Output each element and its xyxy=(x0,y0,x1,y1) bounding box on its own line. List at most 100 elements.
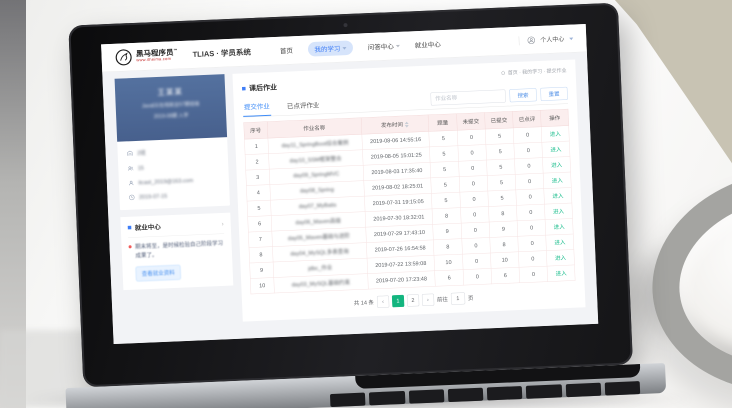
submitted-count: 5 xyxy=(488,190,517,207)
nav-qa-center[interactable]: 问答中心 xyxy=(368,41,400,52)
reset-button[interactable]: 重置 xyxy=(540,87,568,101)
question-count: 5 xyxy=(429,130,458,147)
submitted-count: 6 xyxy=(491,267,520,284)
employment-card: 就业中心 › 期末将至，是时候检验自己阶段学习成果了。 查看就业资料 xyxy=(120,213,233,291)
enter-link[interactable]: 进入 xyxy=(547,249,575,266)
goto-label: 前往 xyxy=(437,295,448,303)
page-title: 课后作业 xyxy=(242,82,277,93)
question-count: 5 xyxy=(432,192,461,209)
home-icon xyxy=(501,70,506,75)
blue-square-bullet xyxy=(242,87,246,91)
reviewed-count: 0 xyxy=(519,266,548,283)
tab-submit-homework[interactable]: 提交作业 xyxy=(242,96,271,117)
not-submitted-count: 0 xyxy=(462,237,491,254)
not-submitted-count: 0 xyxy=(463,268,492,285)
not-submitted-count: 0 xyxy=(459,176,488,193)
homework-table: 序号 作业名称 发布时间 题量 未提交 已提交 已点评 操作 xyxy=(243,109,575,294)
chevron-down-icon xyxy=(569,38,573,41)
enter-link[interactable]: 进入 xyxy=(543,157,571,174)
user-menu[interactable]: 个人中心 xyxy=(519,34,574,45)
reviewed-count: 0 xyxy=(515,173,544,190)
row-index: 10 xyxy=(250,278,274,294)
photo-scene: 黑马程序员™ www.itheima.com TLIAS · 学员系统 首页 我… xyxy=(0,0,732,408)
profile-banner: 王某某 JavaEE在线就业57期班级 2019-08期 入学 xyxy=(115,74,228,142)
reviewed-count: 0 xyxy=(515,158,544,175)
submitted-count: 5 xyxy=(486,143,515,160)
table-filters: 搜索 重置 xyxy=(430,87,568,109)
class-line2: 2019-08期 入学 xyxy=(116,109,226,121)
enter-link[interactable]: 进入 xyxy=(545,203,573,220)
row-index: 6 xyxy=(248,216,272,232)
enter-link[interactable]: 进入 xyxy=(544,188,572,205)
row-index: 7 xyxy=(248,231,272,247)
row-index: 1 xyxy=(244,138,268,154)
user-menu-label: 个人中心 xyxy=(540,34,564,43)
laptop: 黑马程序员™ www.itheima.com TLIAS · 学员系统 首页 我… xyxy=(68,0,634,408)
id-card-icon xyxy=(128,180,135,187)
submitted-count: 5 xyxy=(487,174,516,191)
goto-page-input[interactable] xyxy=(451,292,465,305)
reviewed-count: 0 xyxy=(519,251,548,268)
enter-link[interactable]: 进入 xyxy=(543,172,571,189)
tab-reviewed-homework[interactable]: 已点评作业 xyxy=(285,95,320,115)
row-index: 8 xyxy=(249,247,273,263)
chevron-down-icon xyxy=(396,45,400,48)
submitted-count: 9 xyxy=(489,221,518,238)
page-button-1[interactable]: 1 xyxy=(392,295,404,307)
homework-name: day03_MySQL基础约束 xyxy=(274,274,369,293)
next-page-button[interactable]: › xyxy=(422,294,434,306)
nav-home[interactable]: 首页 xyxy=(280,45,293,55)
row-index: 3 xyxy=(246,169,270,185)
submitted-count: 5 xyxy=(486,159,515,176)
profile-info-list: 2班 15 itcast_2019@163.com xyxy=(117,137,230,210)
enter-link[interactable]: 进入 xyxy=(541,126,569,143)
student-name: 王某某 xyxy=(115,84,225,99)
sort-icon[interactable] xyxy=(405,122,409,128)
col-index: 序号 xyxy=(244,122,268,139)
publish-time: 2019-07-20 17:23:48 xyxy=(367,271,435,289)
nav-employment-center[interactable]: 就业中心 xyxy=(415,39,441,50)
reviewed-count: 0 xyxy=(517,220,546,237)
question-count: 5 xyxy=(430,146,459,163)
question-count: 8 xyxy=(433,239,462,256)
chevron-right-icon[interactable]: › xyxy=(221,220,223,228)
enter-link[interactable]: 进入 xyxy=(542,141,570,158)
reviewed-count: 0 xyxy=(518,235,547,252)
submitted-count: 5 xyxy=(485,128,514,145)
row-index: 9 xyxy=(250,262,274,278)
reviewed-count: 0 xyxy=(514,142,543,159)
question-count: 9 xyxy=(433,223,462,240)
sidebar: 王某某 JavaEE在线就业57期班级 2019-08期 入学 2班 xyxy=(115,74,235,326)
enter-link[interactable]: 进入 xyxy=(547,265,575,282)
col-action: 操作 xyxy=(541,109,569,127)
homework-name-input[interactable] xyxy=(430,89,505,105)
employment-notice: 期末将至，是时候检验自己阶段学习成果了。 xyxy=(128,239,225,261)
view-employment-profile-button[interactable]: 查看就业资料 xyxy=(135,265,181,282)
employment-card-header[interactable]: 就业中心 › xyxy=(128,219,224,233)
submitted-count: 10 xyxy=(490,252,519,269)
not-submitted-count: 0 xyxy=(460,206,489,223)
breadcrumb[interactable]: 首页 · 我的学习 · 提交作业 xyxy=(501,66,567,76)
main-panel: 课后作业 首页 · 我的学习 · 提交作业 提交作业 已点评作业 xyxy=(232,59,585,321)
not-submitted-count: 0 xyxy=(458,160,487,177)
divider xyxy=(519,36,520,45)
submitted-count: 8 xyxy=(490,236,519,253)
question-count: 6 xyxy=(435,270,464,287)
employment-card-title: 就业中心 xyxy=(135,221,161,232)
not-submitted-count: 0 xyxy=(460,191,489,208)
reviewed-count: 0 xyxy=(513,127,542,144)
enter-link[interactable]: 进入 xyxy=(546,234,574,251)
enter-link[interactable]: 进入 xyxy=(545,218,573,235)
laptop-bezel: 黑马程序员™ www.itheima.com TLIAS · 学员系统 首页 我… xyxy=(68,3,633,388)
profile-card: 王某某 JavaEE在线就业57期班级 2019-08期 入学 2班 xyxy=(115,74,230,210)
submitted-count: 8 xyxy=(488,205,517,222)
red-dot-icon xyxy=(129,245,132,248)
divider xyxy=(128,233,224,238)
main-nav: 首页 我的学习 问答中心 就业中心 xyxy=(280,37,441,58)
prev-page-button[interactable]: ‹ xyxy=(377,296,389,308)
brand-logo[interactable]: 黑马程序员™ www.itheima.com xyxy=(114,46,178,67)
page-button-2[interactable]: 2 xyxy=(407,294,419,306)
nav-my-learning[interactable]: 我的学习 xyxy=(308,40,354,56)
list-item: 2019-07-15 xyxy=(122,186,227,205)
search-button[interactable]: 搜索 xyxy=(509,88,537,102)
